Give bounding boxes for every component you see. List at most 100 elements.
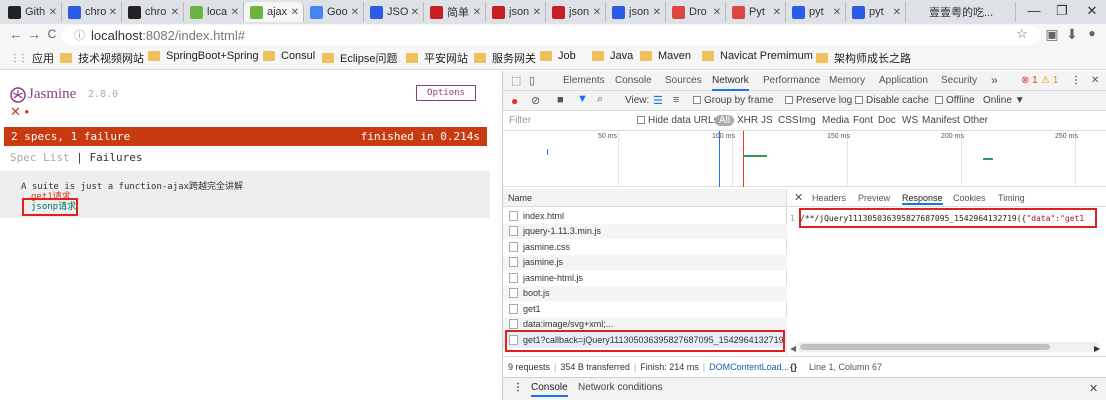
browser-tab[interactable]: json ✕ — [486, 2, 546, 22]
record-icon[interactable]: ● — [511, 94, 518, 108]
group-by-frame-checkbox[interactable]: Group by frame — [693, 95, 773, 106]
hide-data-urls-checkbox[interactable]: Hide data URLs — [637, 115, 719, 126]
browser-tab[interactable]: ajax ✕ — [244, 2, 304, 22]
devtools-menu-icon[interactable]: ⋮ — [1071, 75, 1081, 86]
detail-tab-response[interactable]: Response — [902, 193, 943, 205]
filter-type-xhr[interactable]: XHR — [737, 115, 758, 126]
detail-tab-preview[interactable]: Preview — [858, 193, 890, 203]
preserve-log-checkbox[interactable]: Preserve log — [785, 95, 852, 106]
bookmark-item[interactable]: SpringBoot+Spring — [148, 50, 259, 62]
close-window-button[interactable]: ✕ — [1082, 3, 1102, 19]
close-tab-icon[interactable]: ✕ — [171, 7, 179, 18]
scroll-right-icon[interactable]: ▶ — [1094, 344, 1100, 353]
devtools-tab-elements[interactable]: Elements — [563, 75, 605, 86]
filter-type-media[interactable]: Media — [822, 115, 849, 126]
forward-button[interactable]: → — [26, 26, 42, 42]
bookmark-item[interactable]: Consul — [263, 50, 315, 62]
pretty-print-icon[interactable]: {} — [790, 362, 797, 372]
large-rows-icon[interactable]: ☰ — [653, 94, 663, 107]
browser-tab[interactable]: json ✕ — [606, 2, 666, 22]
extension-icon[interactable]: ▣ — [1044, 26, 1060, 43]
close-tab-icon[interactable]: ✕ — [773, 7, 781, 18]
download-icon[interactable]: ⬇ — [1064, 26, 1080, 43]
request-row[interactable]: jasmine.js — [503, 254, 787, 270]
devtools-close-icon[interactable]: ✕ — [1091, 75, 1099, 86]
maximize-button[interactable]: ❐ — [1052, 3, 1072, 19]
network-overview-timeline[interactable]: 50 ms 100 ms 150 ms 200 ms 250 ms — [503, 131, 1106, 187]
devtools-tab-security[interactable]: Security — [941, 75, 977, 86]
options-button[interactable]: Options — [416, 85, 476, 101]
filter-type-img[interactable]: Img — [799, 115, 816, 126]
close-tab-icon[interactable]: ✕ — [351, 7, 359, 18]
browser-tab[interactable]: loca ✕ — [184, 2, 244, 22]
request-row[interactable]: jasmine-html.js — [503, 270, 787, 286]
detail-tab-timing[interactable]: Timing — [998, 193, 1025, 203]
more-tabs-icon[interactable]: » — [991, 73, 998, 87]
browser-tab[interactable]: 壹壹粤的吃... — [906, 2, 1016, 22]
request-row[interactable]: jasmine.css — [503, 239, 787, 255]
close-tab-icon[interactable]: ✕ — [291, 7, 299, 18]
detail-tab-headers[interactable]: Headers — [812, 193, 846, 203]
site-info-icon[interactable]: ⓘ — [74, 27, 85, 43]
request-row[interactable]: boot.js — [503, 285, 787, 301]
close-tab-icon[interactable]: ✕ — [713, 7, 721, 18]
detail-tab-cookies[interactable]: Cookies — [953, 193, 986, 203]
close-tab-icon[interactable]: ✕ — [593, 7, 601, 18]
back-button[interactable]: ← — [8, 26, 24, 42]
bookmark-item[interactable]: Eclipse问题 — [322, 50, 397, 66]
filter-type-ws[interactable]: WS — [902, 115, 918, 126]
close-tab-icon[interactable]: ✕ — [533, 7, 541, 18]
address-bar[interactable]: ⓘ localhost:8082/index.html# — [62, 25, 1040, 45]
bookmark-item[interactable]: Navicat Premimum — [702, 50, 813, 62]
drawer-tab-console[interactable]: Console — [531, 382, 568, 397]
devtools-tab-performance[interactable]: Performance — [763, 75, 820, 86]
device-toggle-icon[interactable]: ▯ — [529, 74, 535, 87]
browser-tab[interactable]: Goo ✕ — [304, 2, 364, 22]
bookmark-item[interactable]: Maven — [640, 50, 691, 62]
bookmark-item[interactable]: Job — [540, 50, 576, 62]
browser-tab[interactable]: chro ✕ — [122, 2, 184, 22]
filter-type-all[interactable]: All — [715, 115, 735, 126]
profile-icon[interactable]: ● — [1084, 26, 1100, 40]
drawer-close-icon[interactable]: ✕ — [1089, 382, 1098, 395]
drawer-tab-network-conditions[interactable]: Network conditions — [578, 382, 662, 393]
browser-tab[interactable]: chro ✕ — [62, 2, 122, 22]
browser-tab[interactable]: pyt ✕ — [846, 2, 906, 22]
disable-cache-checkbox[interactable]: Disable cache — [855, 95, 929, 106]
browser-tab[interactable]: json ✕ — [546, 2, 606, 22]
close-tab-icon[interactable]: ✕ — [411, 7, 419, 18]
screenshot-icon[interactable]: ■ — [557, 94, 564, 106]
failures-link[interactable]: Failures — [89, 151, 142, 164]
inspect-icon[interactable]: ⬚ — [511, 74, 521, 87]
bookmark-item[interactable]: Java — [592, 50, 633, 62]
browser-tab[interactable]: Pyt ✕ — [726, 2, 786, 22]
devtools-tab-console[interactable]: Console — [615, 75, 652, 86]
drawer-menu-icon[interactable]: ⋮ — [513, 382, 523, 393]
reload-button[interactable]: C — [44, 27, 60, 41]
filter-type-other[interactable]: Other — [963, 115, 988, 126]
browser-tab[interactable]: JSO ✕ — [364, 2, 424, 22]
close-tab-icon[interactable]: ✕ — [49, 7, 57, 18]
devtools-tab-application[interactable]: Application — [879, 75, 928, 86]
request-row[interactable]: get1 — [503, 301, 787, 317]
response-scrollbar-thumb[interactable] — [800, 344, 1050, 350]
close-tab-icon[interactable]: ✕ — [893, 7, 901, 18]
bookmark-star-icon[interactable]: ☆ — [1014, 26, 1030, 42]
filter-type-manifest[interactable]: Manifest — [922, 115, 960, 126]
browser-tab[interactable]: Gith ✕ — [2, 2, 62, 22]
devtools-tab-sources[interactable]: Sources — [665, 75, 702, 86]
bookmark-item[interactable]: 服务网关 — [474, 50, 536, 66]
bookmark-item[interactable]: 平安网站 — [406, 50, 468, 66]
clear-icon[interactable]: ⊘ — [531, 94, 540, 107]
offline-checkbox[interactable]: Offline — [935, 95, 975, 106]
filter-input[interactable]: Filter — [509, 115, 531, 126]
waterfall-icon[interactable]: ≡ — [673, 94, 679, 106]
close-tab-icon[interactable]: ✕ — [653, 7, 661, 18]
close-tab-icon[interactable]: ✕ — [231, 7, 239, 18]
browser-tab[interactable]: 简单 ✕ — [424, 2, 486, 22]
devtools-tab-memory[interactable]: Memory — [829, 75, 865, 86]
request-row[interactable]: index.html — [503, 208, 787, 224]
bookmark-item[interactable]: 技术视频网站 — [60, 50, 144, 66]
scroll-left-icon[interactable]: ◀ — [790, 344, 796, 353]
close-tab-icon[interactable]: ✕ — [109, 7, 117, 18]
